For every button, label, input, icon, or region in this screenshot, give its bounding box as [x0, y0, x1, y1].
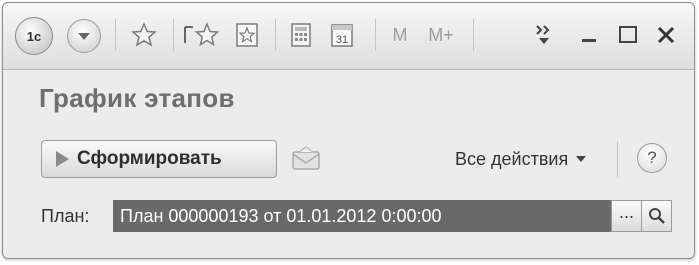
history-icon[interactable]: [181, 17, 223, 53]
maximize-icon[interactable]: [613, 17, 643, 53]
minimize-icon[interactable]: [575, 17, 603, 53]
calendar-icon[interactable]: 31: [325, 17, 359, 53]
open-search-button[interactable]: [641, 200, 672, 232]
close-icon[interactable]: [651, 17, 681, 53]
more-icon[interactable]: [529, 17, 559, 53]
toolbar-separator: [375, 19, 376, 51]
star-icon[interactable]: [127, 17, 161, 53]
menu-button[interactable]: [67, 19, 101, 53]
window-toolbar: 1c 31 M M+: [3, 3, 694, 70]
all-actions-label: Все действия: [455, 148, 569, 169]
m-button[interactable]: M: [385, 17, 415, 53]
toolbar-separator: [275, 19, 276, 51]
play-icon: [56, 151, 69, 167]
m-label: M: [392, 24, 408, 45]
logo-icon[interactable]: 1c: [15, 17, 53, 55]
select-button[interactable]: ...: [611, 200, 642, 232]
generate-button-label: Сформировать: [77, 148, 222, 169]
search-icon: [648, 208, 665, 224]
m-plus-button[interactable]: M+: [423, 17, 459, 53]
page-title: График этапов: [39, 83, 235, 113]
plan-input[interactable]: План 000000193 от 01.01.2012 0:00:00: [113, 200, 611, 232]
logo-text: 1c: [26, 28, 42, 44]
dropdown-caret-icon: [576, 156, 587, 162]
m-plus-label: M+: [428, 24, 454, 45]
select-button-label: ...: [618, 201, 634, 222]
plan-label: План:: [41, 206, 90, 226]
help-icon: ?: [647, 148, 657, 167]
favorites-icon[interactable]: [231, 17, 263, 53]
toolbar-separator: [173, 19, 174, 51]
all-actions-menu[interactable]: Все действия: [455, 146, 587, 172]
toolbar-separator: [115, 19, 116, 51]
generate-button[interactable]: Сформировать: [41, 140, 277, 178]
toolbar-separator: [473, 19, 474, 51]
help-button[interactable]: ?: [637, 143, 667, 173]
calendar-day-text: 31: [336, 34, 348, 46]
form-window: 1c 31 M M+ График этапов Сформировать Вс…: [2, 2, 695, 259]
actions-separator: [617, 141, 618, 177]
calculator-icon[interactable]: [285, 17, 317, 53]
chevron-down-icon: [78, 32, 90, 40]
envelope-icon[interactable]: [289, 144, 323, 174]
